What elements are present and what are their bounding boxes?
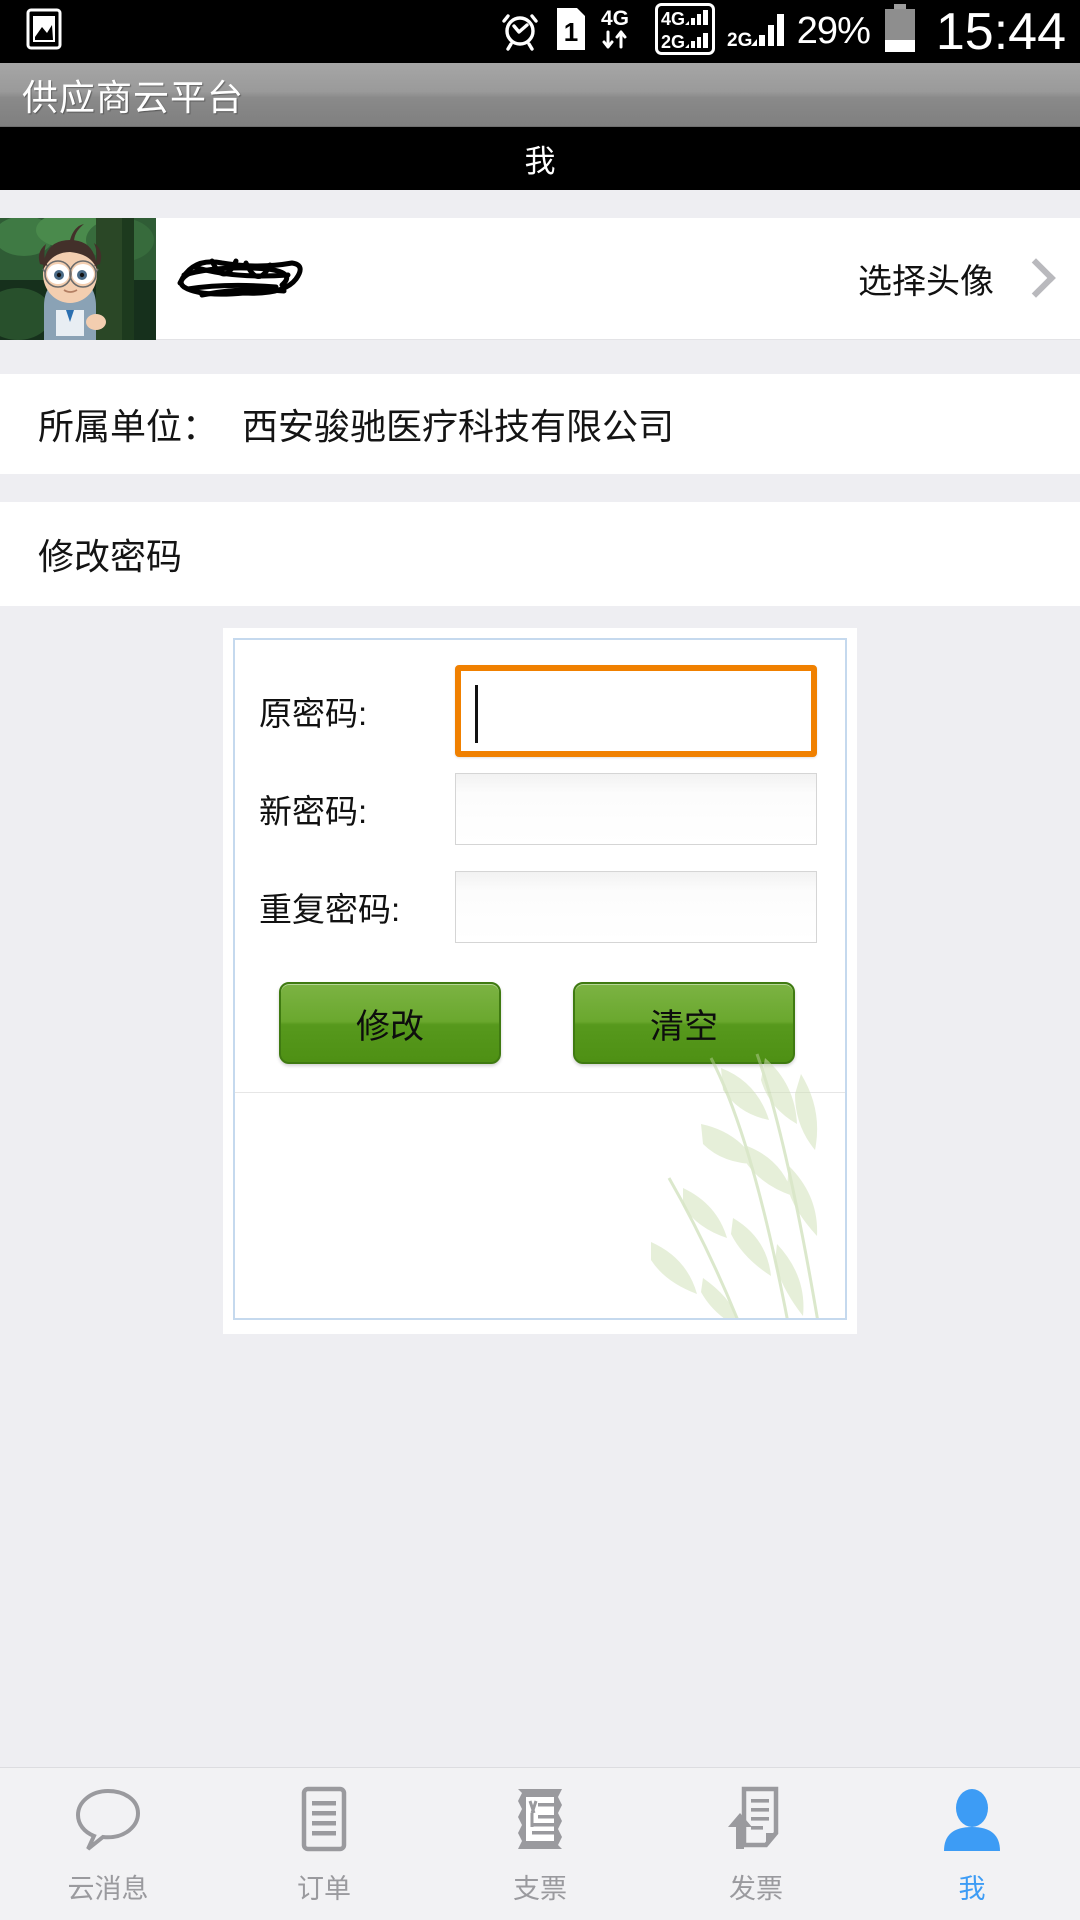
new-password-label: 新密码: xyxy=(259,793,368,830)
select-avatar-label: 选择头像 xyxy=(858,263,994,301)
speech-bubble-icon xyxy=(72,1783,144,1855)
svg-text:4G: 4G xyxy=(601,7,629,30)
invoice-upload-icon xyxy=(720,1783,792,1855)
username-redacted xyxy=(172,253,312,305)
company-value: 西安骏驰医疗科技有限公司 xyxy=(242,406,675,447)
nav-tab-invoice[interactable]: 发票 xyxy=(648,1768,864,1920)
field-row-repeat-password: 重复密码: xyxy=(235,858,845,956)
phone-screen: 1 4G 4G 2G 2G 29% 15:44 供应商云平台 我 选择头像 所属… xyxy=(0,0,1080,1920)
nav-tab-label: 发票 xyxy=(729,1873,783,1904)
profile-row[interactable]: 选择头像 xyxy=(0,217,1080,340)
repeat-password-label: 重复密码: xyxy=(259,891,401,928)
svg-text:2G: 2G xyxy=(661,32,685,52)
chevron-right-icon xyxy=(1020,259,1046,299)
network-4g-data-icon: 4G xyxy=(599,5,643,58)
nav-tab-orders[interactable]: 订单 xyxy=(216,1768,432,1920)
change-password-row[interactable]: 修改密码 xyxy=(0,502,1080,606)
svg-text:4G: 4G xyxy=(661,9,685,29)
repeat-password-input[interactable] xyxy=(455,871,817,943)
nav-tab-cloud-messages[interactable]: 云消息 xyxy=(0,1768,216,1920)
form-divider xyxy=(235,1092,845,1093)
nav-tab-me[interactable]: 我 xyxy=(864,1768,1080,1920)
text-caret xyxy=(475,685,478,743)
screenshot-icon xyxy=(24,7,64,56)
spacer-top xyxy=(0,190,1080,218)
bamboo-leaves-decoration xyxy=(651,1053,819,1318)
change-password-panel: 原密码: 新密码: 重复密码: 修改 清空 xyxy=(0,606,1080,1767)
clear-button[interactable]: 清空 xyxy=(573,982,795,1064)
change-password-label: 修改密码 xyxy=(38,536,183,577)
nav-tab-cheque[interactable]: 支票 xyxy=(432,1768,648,1920)
order-document-icon xyxy=(288,1783,360,1855)
avatar[interactable] xyxy=(0,217,156,340)
dual-sim-signal-icon: 4G 2G xyxy=(654,3,715,60)
bottom-navigation-bar: 云消息 订单 支票 发票 我 xyxy=(0,1767,1080,1920)
sim-card-1-icon: 1 xyxy=(555,6,587,57)
select-avatar-action[interactable]: 选择头像 xyxy=(858,254,1080,303)
app-title: 供应商云平台 xyxy=(22,76,245,118)
section-title: 我 xyxy=(524,144,556,179)
old-password-input[interactable] xyxy=(455,665,817,757)
clock-label: 15:44 xyxy=(935,2,1066,61)
field-row-new-password: 新密码: xyxy=(235,760,845,858)
battery-icon xyxy=(882,4,918,59)
old-password-label: 原密码: xyxy=(259,695,368,732)
status-bar: 1 4G 4G 2G 2G 29% 15:44 xyxy=(0,0,1080,63)
form-shadow-box: 原密码: 新密码: 重复密码: 修改 清空 xyxy=(223,628,857,1334)
nav-tab-label: 订单 xyxy=(297,1873,351,1904)
submit-button[interactable]: 修改 xyxy=(279,982,501,1064)
page-content: 选择头像 所属单位： 西安骏驰医疗科技有限公司 修改密码 原密码: 新密码: 重… xyxy=(0,190,1080,1767)
new-password-input[interactable] xyxy=(455,773,817,845)
spacer-after-company xyxy=(0,474,1080,502)
form-button-row: 修改 清空 xyxy=(235,982,845,1064)
app-title-bar: 供应商云平台 xyxy=(0,63,1080,127)
svg-text:1: 1 xyxy=(564,17,578,47)
alarm-clock-icon xyxy=(497,6,543,57)
form-card: 原密码: 新密码: 重复密码: 修改 清空 xyxy=(233,638,847,1320)
cheque-icon xyxy=(504,1783,576,1855)
company-row: 所属单位： 西安骏驰医疗科技有限公司 xyxy=(0,374,1080,474)
company-label: 所属单位： xyxy=(38,406,219,447)
nav-tab-label: 我 xyxy=(958,1873,986,1904)
battery-percent-label: 29% xyxy=(796,10,871,52)
person-icon xyxy=(936,1783,1008,1855)
nav-tab-label: 支票 xyxy=(513,1873,567,1904)
field-row-old-password: 原密码: xyxy=(235,662,845,760)
nav-tab-label: 云消息 xyxy=(67,1873,149,1904)
svg-text:2G: 2G xyxy=(727,30,752,51)
spacer-after-profile xyxy=(0,340,1080,374)
section-header-bar: 我 xyxy=(0,127,1080,190)
signal-2g-icon: 2G xyxy=(727,6,785,57)
